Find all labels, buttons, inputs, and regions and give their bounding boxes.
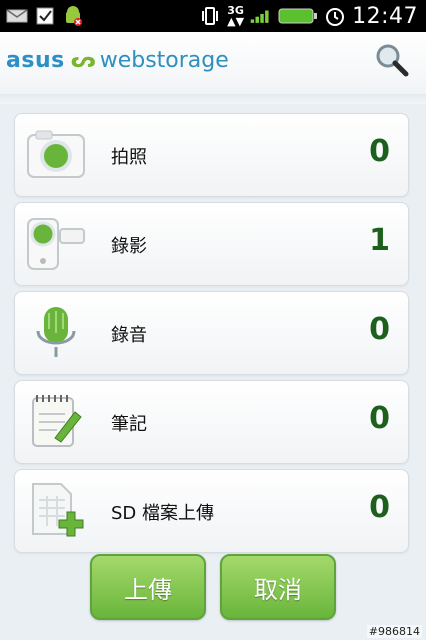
item-count: 0 (369, 490, 390, 525)
network-indicator: 3G ▲▼ (227, 5, 244, 27)
logo-mark: ᔕ (70, 48, 96, 73)
list-item-photo[interactable]: 拍照 0 (14, 113, 409, 197)
app-logo: asus ᔕ webstorage (6, 48, 229, 73)
sd-upload-icon (23, 479, 89, 543)
item-label: 錄影 (111, 236, 147, 257)
action-buttons: 上傳 取消 (0, 554, 426, 620)
item-count: 0 (369, 401, 390, 436)
alarm-clock-icon (324, 5, 346, 27)
item-label: 錄音 (111, 325, 147, 346)
item-label: 筆記 (111, 414, 147, 435)
signal-bars-icon (250, 5, 272, 27)
item-label: 拍照 (111, 147, 147, 168)
item-count: 0 (369, 134, 390, 169)
item-count: 1 (369, 223, 390, 258)
email-icon (6, 5, 28, 27)
image-watermark: #986814 (366, 625, 422, 638)
header-divider (0, 94, 426, 104)
search-icon (374, 42, 410, 82)
list-item-sd-upload[interactable]: SD 檔案上傳 0 (14, 469, 409, 553)
app-header: asus ᔕ webstorage (0, 32, 426, 95)
logo-webstorage-text: webstorage (99, 48, 229, 73)
android-debug-icon (62, 5, 84, 27)
upload-button[interactable]: 上傳 (90, 554, 206, 620)
status-bar: 3G ▲▼ 12:47 (0, 0, 426, 32)
cancel-button[interactable]: 取消 (220, 554, 336, 620)
vibrate-icon (199, 5, 221, 27)
item-count: 0 (369, 312, 390, 347)
logo-asus-text: asus (6, 48, 65, 73)
status-left-icons (6, 0, 84, 32)
status-time: 12:47 (352, 3, 418, 29)
data-arrows-icon: ▲▼ (227, 15, 245, 28)
list-item-video[interactable]: 錄影 1 (14, 202, 409, 286)
video-camera-icon (23, 212, 89, 276)
battery-icon (278, 5, 318, 27)
list-item-audio[interactable]: 錄音 0 (14, 291, 409, 375)
status-right-icons: 3G ▲▼ 12:47 (199, 0, 418, 32)
list-item-notes[interactable]: 筆記 0 (14, 380, 409, 464)
checkbox-icon (34, 5, 56, 27)
search-button[interactable] (372, 42, 412, 82)
microphone-icon (23, 301, 89, 365)
camera-icon (23, 123, 89, 187)
item-label: SD 檔案上傳 (111, 503, 215, 524)
notepad-icon (23, 390, 89, 454)
upload-category-list: 拍照 0 錄影 1 錄音 0 筆記 0 SD 檔案上傳 0 (14, 113, 409, 558)
